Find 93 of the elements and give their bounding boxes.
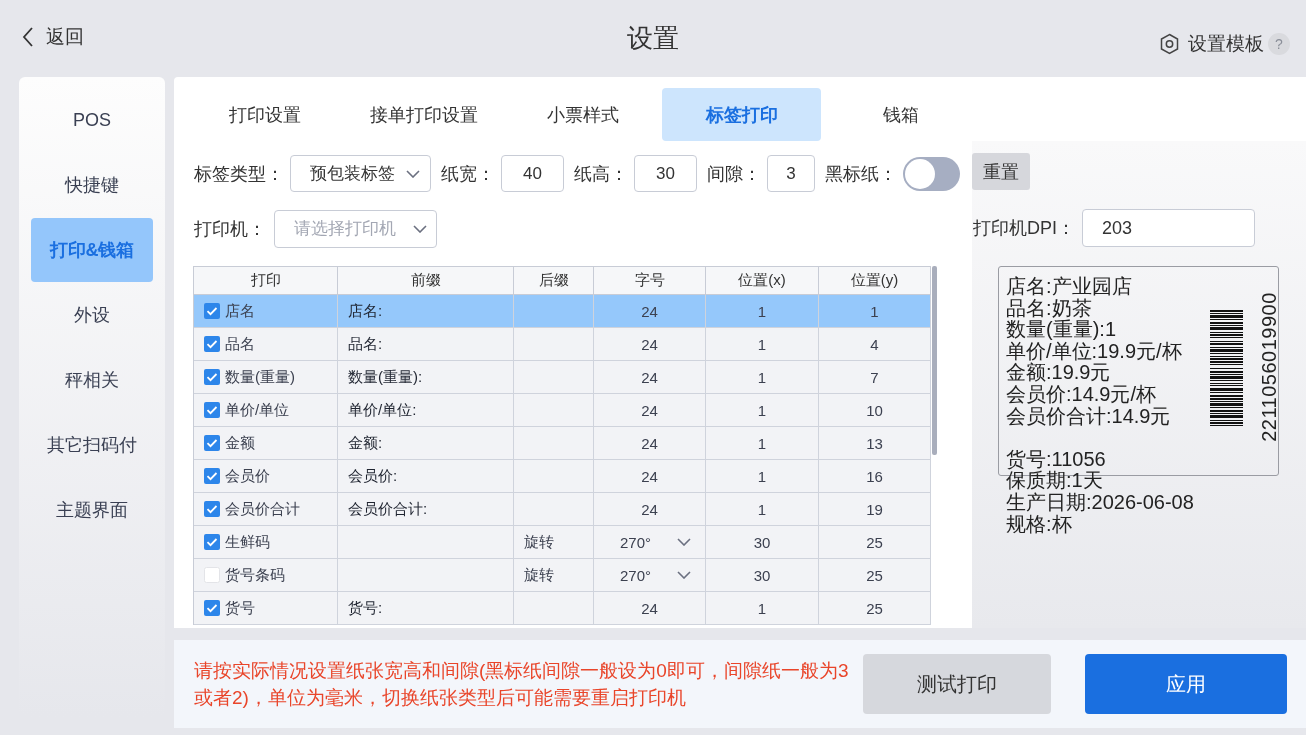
- field-name: 单价/单位: [225, 400, 290, 420]
- preview-line: 生产日期:2026-06-08: [1006, 491, 1194, 514]
- preview-line: 会员价合计:14.9元: [1006, 405, 1171, 428]
- chevron-down-icon: [677, 571, 691, 579]
- preview-line: 金额:19.9元: [1006, 362, 1111, 384]
- sidebar-item[interactable]: 其它扫码付: [31, 413, 153, 477]
- field-name: 品名: [225, 334, 255, 354]
- table-row[interactable]: 货号 货号: 24 1 25: [194, 592, 931, 625]
- scrollbar[interactable]: [932, 266, 937, 455]
- hexagon-icon: [1159, 33, 1180, 55]
- preview-line: 会员价:14.9元/杯: [1006, 383, 1157, 406]
- table-row[interactable]: 会员价 会员价: 24 1 16: [194, 460, 931, 493]
- preview-line: 货号:11056: [1006, 448, 1106, 470]
- sidebar-item[interactable]: 快捷键: [31, 153, 153, 217]
- preview-line: 规格:杯: [1006, 513, 1072, 536]
- label-type-dropdown[interactable]: 预包装标签: [290, 155, 431, 192]
- template-button[interactable]: 设置模板: [1159, 32, 1264, 56]
- table-cell: 货号:: [338, 592, 514, 625]
- preview-line: 保质期:1天: [1006, 470, 1103, 492]
- field-name: 会员价合计: [225, 499, 300, 519]
- page-title: 设置: [627, 22, 679, 55]
- checkbox[interactable]: [204, 402, 220, 418]
- table-row[interactable]: 金额 金额: 24 1 13: [194, 427, 931, 460]
- printer-dpi-input[interactable]: 203: [1082, 209, 1255, 247]
- table-row[interactable]: 会员价合计 会员价合计: 24 1 19: [194, 493, 931, 526]
- label-type-label: 标签类型：: [194, 162, 284, 186]
- tab[interactable]: 打印设置: [185, 88, 344, 141]
- preview-line: 品名:奶茶: [1006, 297, 1092, 319]
- checkbox[interactable]: [204, 435, 220, 451]
- chevron-down-icon: [413, 225, 427, 233]
- sidebar-item[interactable]: 主题界面: [31, 478, 153, 542]
- checkbox[interactable]: [204, 501, 220, 517]
- table-row[interactable]: 数量(重量) 数量(重量): 24 1 7: [194, 361, 931, 394]
- column-header: 位置(x): [706, 267, 819, 295]
- paper-height-label: 纸高：: [574, 162, 628, 186]
- sidebar-item[interactable]: 秤相关: [31, 348, 153, 412]
- preview-line: 数量(重量):1: [1006, 319, 1116, 341]
- chevron-down-icon: [677, 538, 691, 546]
- tab[interactable]: 钱箱: [821, 88, 980, 141]
- sidebar-item[interactable]: POS: [31, 88, 153, 152]
- notice-text: 请按实际情况设置纸张宽高和间隙(黑标纸间隙一般设为0即可，间隙纸一般为3或者2)，单位为毫米，切换纸张类型后可能需要重启打印机: [194, 659, 850, 710]
- rotation-dropdown[interactable]: 270°: [594, 526, 705, 558]
- field-name: 货号: [225, 598, 255, 618]
- checkbox[interactable]: [204, 534, 220, 550]
- table-row[interactable]: 生鲜码 旋转 270° 30 25: [194, 526, 931, 559]
- tab[interactable]: 小票样式: [503, 88, 662, 141]
- field-name: 会员价: [225, 466, 270, 486]
- rotation-dropdown[interactable]: 270°: [594, 559, 705, 591]
- checkbox[interactable]: [204, 468, 220, 484]
- checkbox[interactable]: [204, 567, 220, 583]
- test-print-button[interactable]: 测试打印: [863, 654, 1051, 714]
- checkbox[interactable]: [204, 336, 220, 352]
- field-name: 生鲜码: [225, 532, 270, 552]
- gap-label: 间隙：: [707, 162, 761, 186]
- printer-dpi-label: 打印机DPI：: [973, 217, 1075, 240]
- table-row[interactable]: 单价/单位 单价/单位: 24 1 10: [194, 394, 931, 427]
- mark-paper-label: 黑标纸：: [825, 162, 897, 186]
- checkbox[interactable]: [204, 303, 220, 319]
- back-chevron-icon: [22, 27, 34, 47]
- barcode-number: 2211056019900: [1259, 291, 1279, 444]
- field-name: 金额: [225, 433, 255, 453]
- printer-label: 打印机：: [194, 218, 266, 241]
- field-name: 店名: [225, 301, 255, 321]
- reset-button[interactable]: 重置: [972, 153, 1030, 190]
- tab[interactable]: 接单打印设置: [344, 88, 503, 141]
- column-header: 前缀: [338, 267, 514, 295]
- printer-dropdown[interactable]: 请选择打印机: [274, 210, 437, 248]
- field-name: 货号条码: [225, 565, 285, 585]
- preview-line: 单价/单位:19.9元/杯: [1006, 340, 1182, 362]
- table-cell: 25: [819, 592, 931, 625]
- table-cell: 1: [706, 592, 819, 625]
- table-cell: 24: [594, 592, 706, 625]
- toggle-switch[interactable]: [903, 156, 960, 191]
- paper-width-label: 纸宽：: [441, 162, 495, 186]
- checkbox[interactable]: [204, 600, 220, 616]
- column-header: 位置(y): [819, 267, 931, 295]
- paper-height-input[interactable]: 30: [634, 155, 697, 192]
- column-header: 打印: [194, 267, 338, 295]
- tab[interactable]: 标签打印: [662, 88, 821, 141]
- apply-button[interactable]: 应用: [1085, 654, 1287, 714]
- table-row[interactable]: 品名 品名: 24 1 4: [194, 328, 931, 361]
- column-header: 字号: [594, 267, 706, 295]
- sidebar-item[interactable]: 外设: [31, 283, 153, 347]
- checkbox[interactable]: [204, 369, 220, 385]
- preview-line: 店名:产业园店: [1006, 276, 1132, 298]
- gap-input[interactable]: 3: [767, 155, 815, 192]
- table-row[interactable]: 店名 店名: 24 1 1: [194, 295, 931, 328]
- chevron-down-icon: [406, 169, 420, 178]
- paper-width-input[interactable]: 40: [501, 155, 564, 192]
- table-row[interactable]: 货号条码 旋转 270° 30 25: [194, 559, 931, 592]
- back-button[interactable]: 返回: [22, 25, 84, 49]
- field-name: 数量(重量): [225, 367, 295, 387]
- column-header: 后缀: [514, 267, 594, 295]
